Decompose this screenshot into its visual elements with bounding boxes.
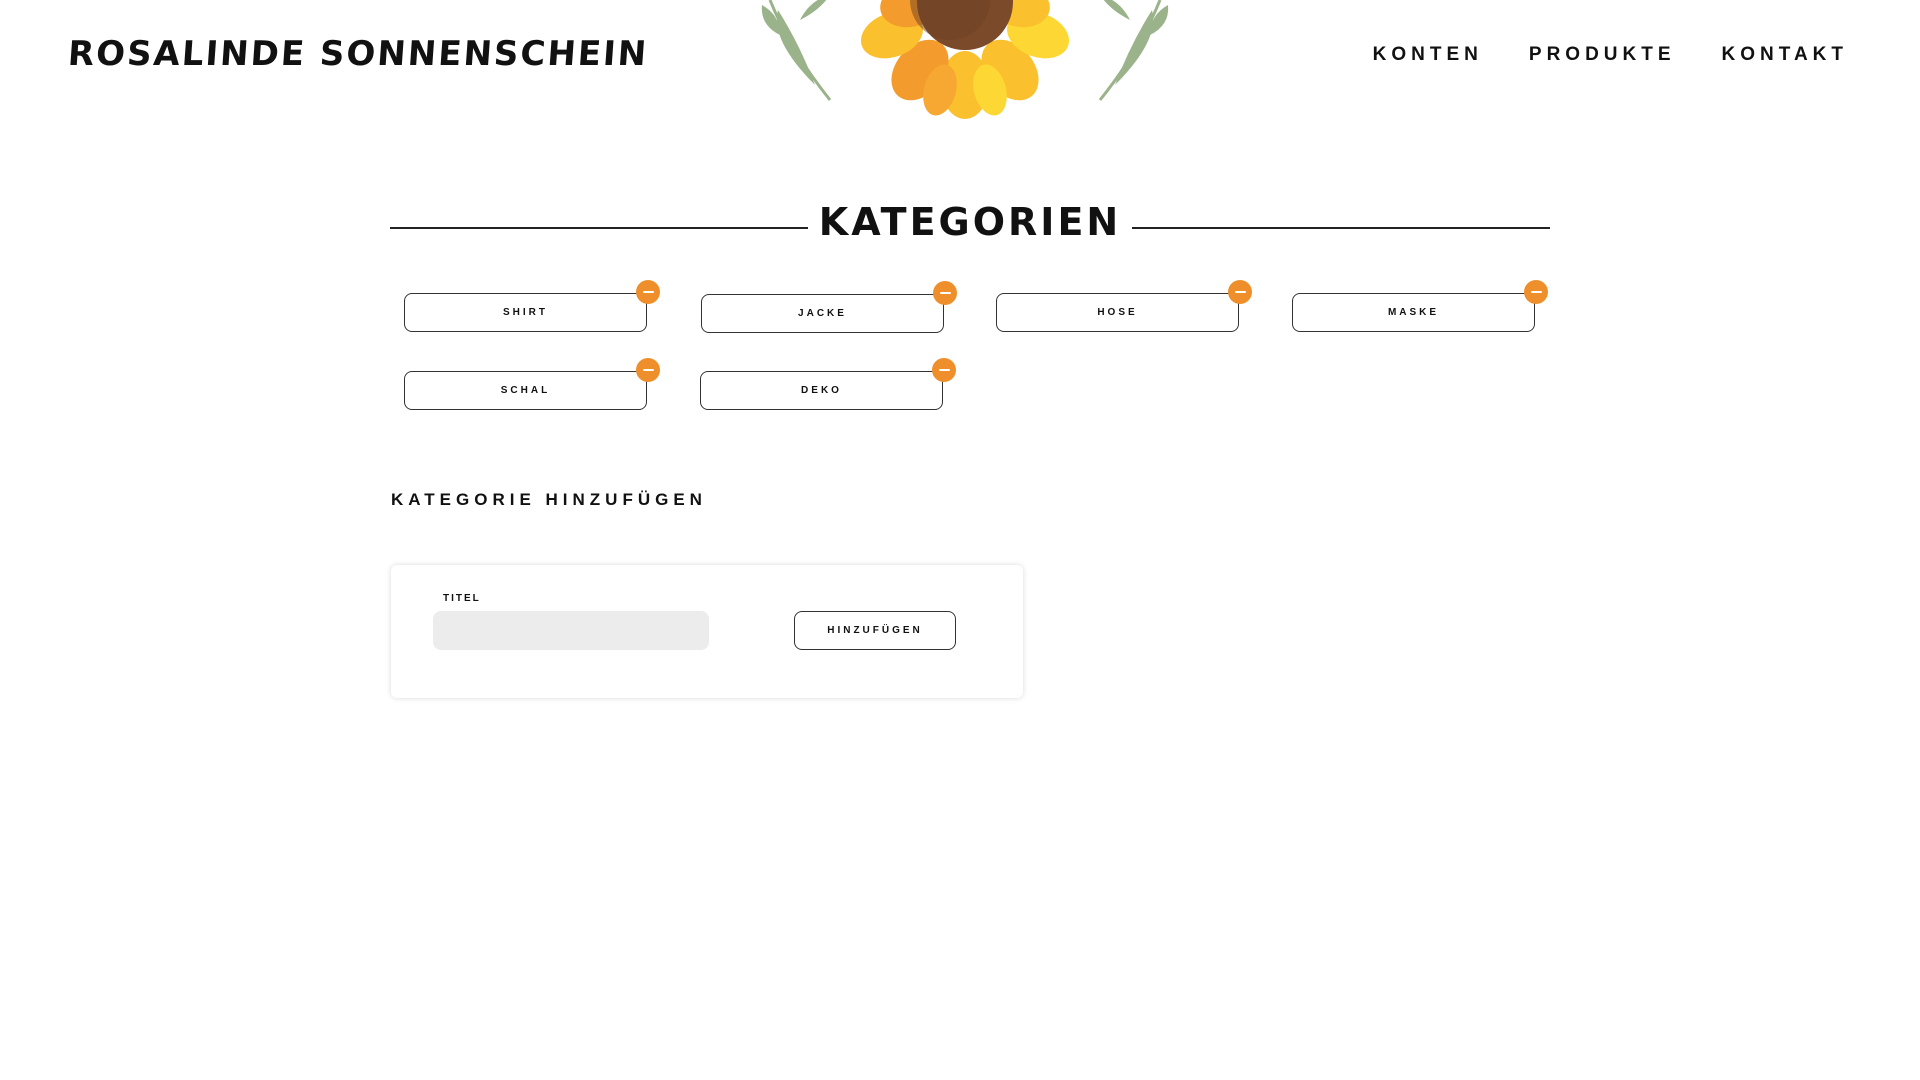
remove-icon[interactable]	[636, 280, 660, 304]
sunflower-icon	[761, 0, 1169, 119]
category-label: JACKE	[798, 308, 847, 319]
category-maske[interactable]: MASKE	[1292, 280, 1548, 332]
category-label: DEKO	[801, 385, 842, 396]
nav-produkte[interactable]: PRODUKTE	[1529, 44, 1676, 66]
category-label: SHIRT	[503, 307, 548, 318]
category-label: HOSE	[1097, 307, 1138, 318]
remove-icon[interactable]	[636, 358, 660, 382]
remove-icon[interactable]	[1524, 280, 1548, 304]
title-field-label: TITEL	[443, 593, 481, 604]
nav-kontakt[interactable]: KONTAKT	[1722, 44, 1848, 66]
title-input[interactable]	[433, 611, 709, 650]
category-jacke[interactable]: JACKE	[701, 281, 957, 333]
add-button[interactable]: HINZUFÜGEN	[794, 611, 956, 650]
category-shirt[interactable]: SHIRT	[404, 280, 660, 332]
remove-icon[interactable]	[933, 281, 957, 305]
category-schal[interactable]: SCHAL	[404, 358, 660, 410]
category-label: MASKE	[1387, 307, 1440, 318]
main-nav: KONTEN PRODUKTE KONTAKT	[1373, 44, 1848, 66]
site-logo[interactable]: ROSALINDE SONNENSCHEIN	[67, 34, 650, 74]
remove-icon[interactable]	[932, 358, 956, 382]
page-title: KATEGORIEN	[818, 200, 1122, 244]
category-label: SCHAL	[500, 385, 551, 396]
remove-icon[interactable]	[1228, 280, 1252, 304]
section-header: KATEGORIEN	[390, 200, 1550, 250]
nav-konten[interactable]: KONTEN	[1373, 44, 1483, 66]
add-category-form: TITEL HINZUFÜGEN	[391, 565, 1023, 698]
divider-right	[1132, 227, 1550, 229]
category-hose[interactable]: HOSE	[996, 280, 1252, 332]
add-category-heading: KATEGORIE HINZUFÜGEN	[391, 490, 707, 509]
category-deko[interactable]: DEKO	[700, 358, 956, 410]
